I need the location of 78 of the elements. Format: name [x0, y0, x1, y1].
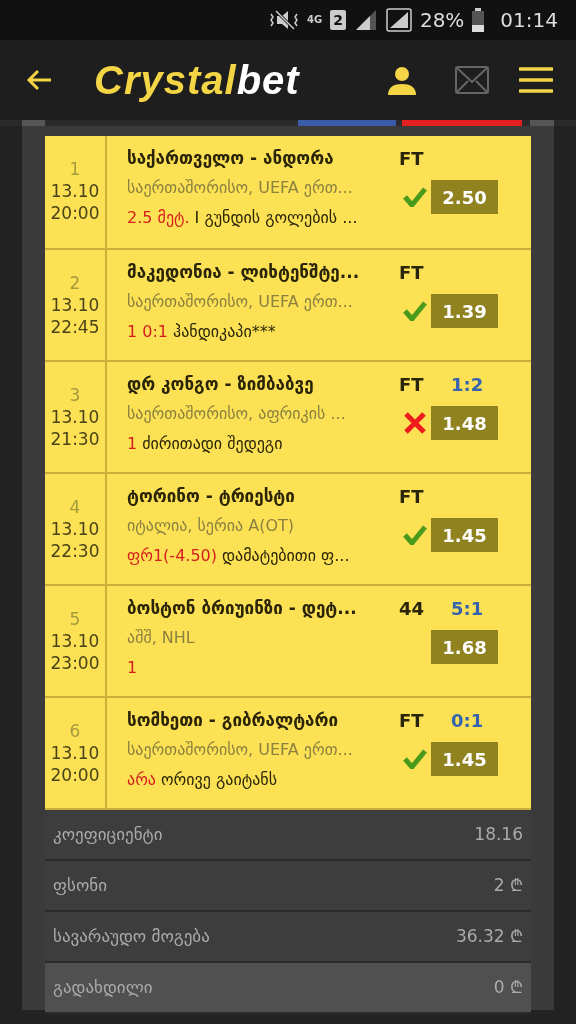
- match-title: დრ კონგო - ზიმბაბვე: [127, 373, 315, 396]
- league-name: საერთაშორისო, აფრიკის ...: [127, 403, 347, 425]
- battery-percent: 28%: [419, 7, 465, 34]
- odds-badge: 1.39: [431, 294, 498, 328]
- match-time: 21:30: [50, 428, 100, 450]
- bet-market: ჰანდიკაპი***: [173, 321, 276, 343]
- match-title: სომხეთი - გიბრალტარი: [127, 709, 340, 732]
- summary-value: 2 ₾: [493, 873, 523, 897]
- bet-number: 4: [69, 496, 81, 518]
- envelope-icon: [455, 66, 489, 94]
- vibrate-mute-icon: [269, 8, 299, 32]
- match-score: 0:1: [451, 708, 484, 733]
- match-title: საქართველო - ანდორა: [127, 147, 335, 170]
- summary-value: 18.16: [474, 822, 523, 846]
- logo: Crystalbet: [94, 60, 300, 100]
- sim-badge: 2: [330, 10, 346, 30]
- match-title: მაკედონია - ლიხტენშტე...: [127, 261, 361, 284]
- match-status: 44: [399, 596, 426, 621]
- match-date: 13.10: [50, 630, 100, 652]
- bet-market: დამატებითი ფ...: [222, 545, 350, 567]
- odds-badge: 1.68: [431, 630, 498, 664]
- match-time: 23:00: [50, 652, 100, 674]
- bet-number: 1: [69, 158, 81, 180]
- odds-badge: 1.48: [431, 406, 498, 440]
- match-time: 22:30: [50, 540, 100, 562]
- league-name: საერთაშორისო, UEFA ერთ...: [127, 739, 354, 761]
- bet-number: 6: [69, 720, 81, 742]
- match-score: 5:1: [451, 596, 484, 621]
- league-name: საერთაშორისო, UEFA ერთ...: [127, 177, 354, 199]
- bet-pick: ფრ1(-4.50): [127, 545, 217, 567]
- back-arrow-icon: [25, 68, 53, 92]
- signal-icon: [385, 8, 412, 32]
- scroll-edge: [530, 120, 554, 126]
- user-icon: [387, 65, 417, 95]
- menu-icon: [519, 66, 553, 94]
- odds-badge: 2.50: [431, 180, 498, 214]
- bet-number: 2: [69, 272, 81, 294]
- battery-icon: [472, 8, 485, 32]
- match-time: 20:00: [50, 202, 100, 224]
- network-type: 4G: [307, 15, 323, 25]
- match-status: FT: [399, 260, 425, 285]
- odds-badge: 1.45: [431, 742, 498, 776]
- league-name: აშშ, NHL: [127, 627, 196, 649]
- match-date: 13.10: [50, 518, 100, 540]
- bet-number: 3: [69, 384, 81, 406]
- match-time: 20:00: [50, 764, 100, 786]
- clock: 01:14: [500, 7, 558, 34]
- match-date: 13.10: [50, 294, 100, 316]
- match-score: 1:2: [451, 372, 484, 397]
- bet-market: I გუნდის გოლების ...: [194, 207, 358, 229]
- match-status: FT: [399, 708, 425, 733]
- match-time: 22:45: [50, 316, 100, 338]
- match-title: ტორინო - ტრიესტი: [127, 485, 296, 508]
- bet-pick: 1: [127, 433, 138, 455]
- bet-pick: არა: [127, 769, 156, 791]
- bet-market: ძირითადი შედეგი: [142, 433, 283, 455]
- match-date: 13.10: [50, 742, 100, 764]
- match-status: FT: [399, 484, 425, 509]
- match-status: FT: [399, 146, 425, 171]
- match-title: ბოსტონ ბრიუინზი - დეტ...: [127, 597, 358, 620]
- summary-label: გადახდილი: [53, 975, 153, 999]
- summary-value: 0 ₾: [493, 975, 523, 999]
- bet-pick: 2.5 მეტ.: [127, 207, 190, 229]
- bet-market: ორივე გაიტანს: [161, 769, 277, 791]
- league-name: იტალია, სერია A(OT): [127, 515, 295, 537]
- scroll-edge: [22, 120, 45, 126]
- summary-label: ფსონი: [53, 873, 107, 897]
- match-status: FT: [399, 372, 425, 397]
- match-date: 13.10: [50, 180, 100, 202]
- summary-value: 36.32 ₾: [455, 924, 523, 948]
- summary-label: კოეფიციენტი: [53, 822, 163, 846]
- odds-badge: 1.45: [431, 518, 498, 552]
- bet-number: 5: [69, 608, 81, 630]
- summary-label: სავარაუდო მოგება: [53, 924, 210, 948]
- bet-pick: 1: [127, 657, 138, 679]
- match-date: 13.10: [50, 406, 100, 428]
- league-name: საერთაშორისო, UEFA ერთ...: [127, 291, 354, 313]
- bet-pick: 1 0:1: [127, 321, 168, 343]
